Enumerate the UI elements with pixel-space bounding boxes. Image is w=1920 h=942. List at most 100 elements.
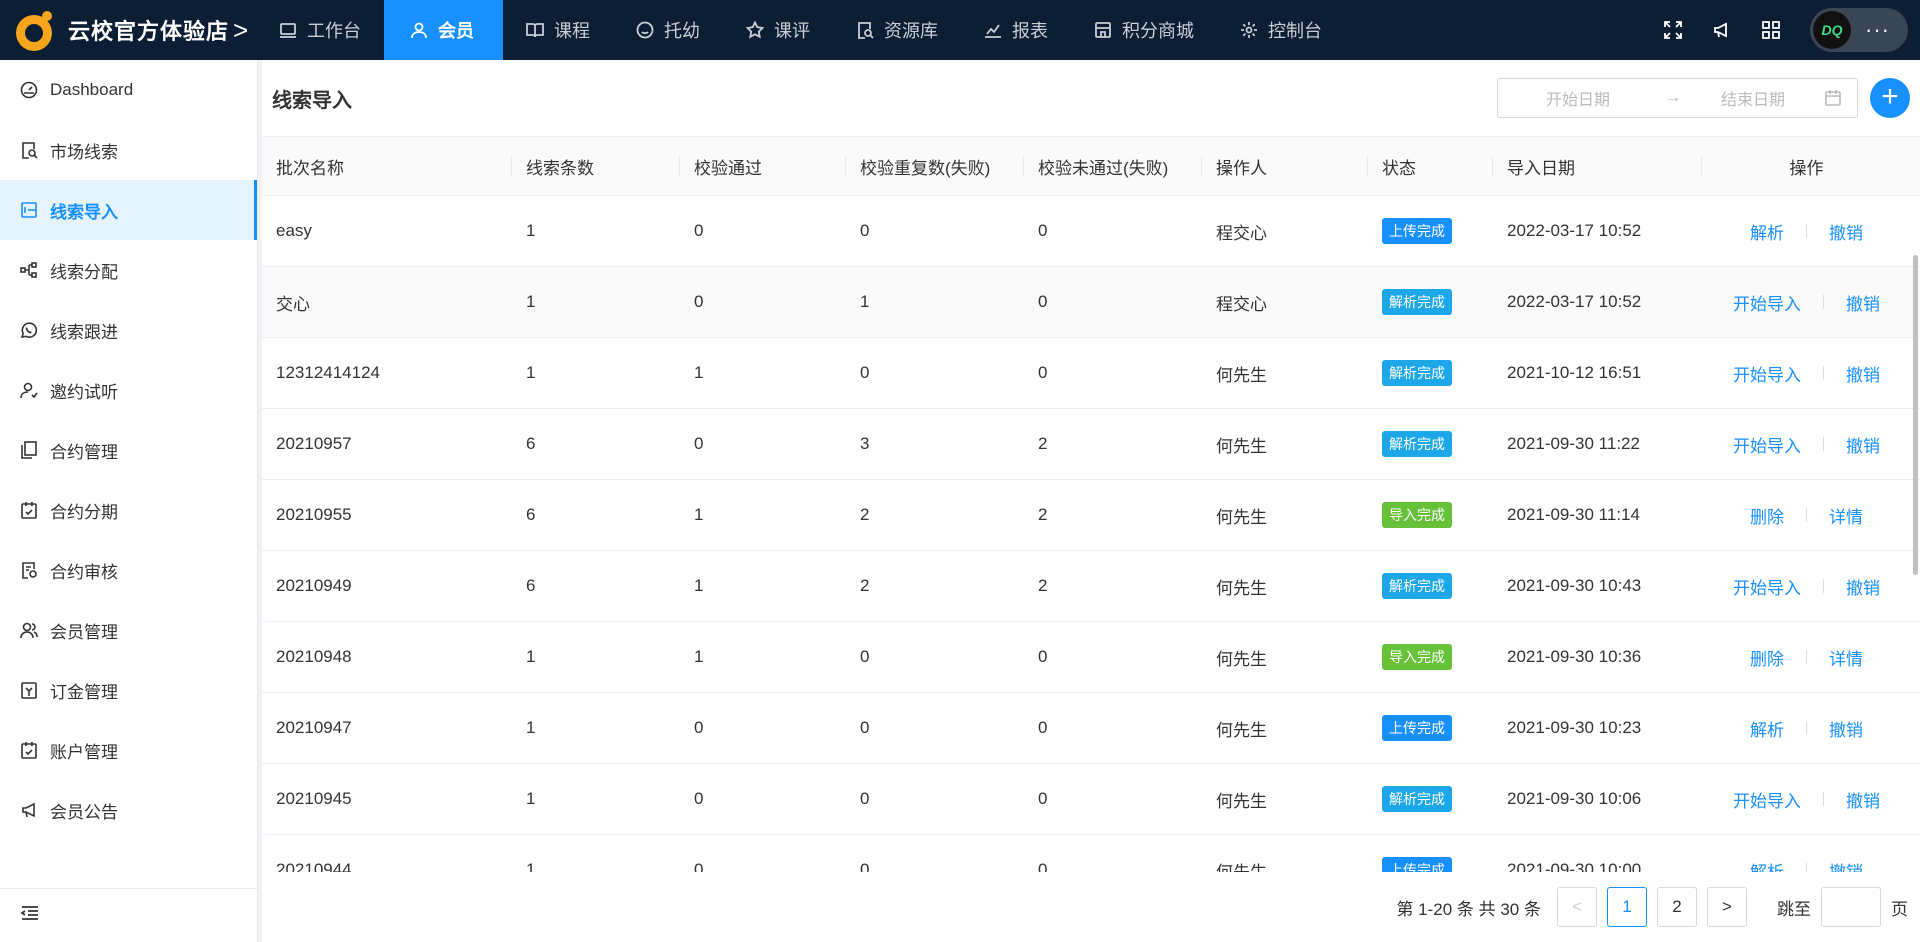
nav-item-reports[interactable]: 报表 [961,0,1071,60]
row-action-primary[interactable]: 开始导入 [1733,432,1801,457]
user-check-icon [20,381,38,399]
sidebar-item[interactable]: 会员管理 [0,600,257,660]
row-action-secondary[interactable]: 详情 [1829,645,1863,670]
sidebar-menu: Dashboard 市场线索线索导入线索分配 线索跟进 邀约试听 合约管理 合约分期 合约审… [0,60,257,840]
row-actions: 开始导入 撤销 [1702,787,1911,812]
sidebar-collapse-button[interactable] [0,888,257,942]
row-action-primary[interactable]: 解析 [1750,716,1784,741]
row-action-primary[interactable]: 开始导入 [1733,290,1801,315]
sidebar-item[interactable]: 市场线索 [0,120,257,180]
user-icon [410,21,428,39]
cell-dup: 2 [860,505,870,524]
row-action-secondary[interactable]: 详情 [1829,503,1863,528]
nav-item-workbench[interactable]: 工作台 [256,0,384,60]
cell-operator: 何先生 [1216,365,1267,385]
row-action-primary[interactable]: 开始导入 [1733,787,1801,812]
action-divider [1806,508,1807,522]
gear-icon [1240,21,1258,39]
date-end-input[interactable]: 结束日期 [1688,86,1818,110]
row-action-primary[interactable]: 解析 [1750,858,1784,873]
cell-dup: 0 [860,718,870,737]
row-action-secondary[interactable]: 撤销 [1829,219,1863,244]
prev-page-button[interactable]: < [1557,887,1597,927]
next-page-button[interactable]: > [1707,887,1747,927]
arrow-right-icon: → [1665,89,1681,106]
date-start-input[interactable]: 开始日期 [1498,86,1658,110]
status-badge: 上传完成 [1382,715,1452,741]
cell-name: 20210944 [276,860,352,872]
table-row: 20210947 1 0 0 0 何先生 上传完成 2021-09-30 10:23 解析 撤销 [262,693,1920,764]
user-menu[interactable]: DQ ··· [1810,8,1908,52]
sidebar-item[interactable]: 合约管理 [0,420,257,480]
row-action-secondary[interactable]: 撤销 [1846,361,1880,386]
cell-fail: 2 [1038,576,1048,595]
row-action-secondary[interactable]: 撤销 [1846,574,1880,599]
nav-item-points[interactable]: 积分商城 [1071,0,1217,60]
cell-operator: 何先生 [1216,507,1267,527]
cell-operator: 何先生 [1216,791,1267,811]
megaphone-icon [20,801,38,819]
row-action-secondary[interactable]: 撤销 [1846,432,1880,457]
megaphone-icon[interactable] [1712,20,1732,40]
cell-dup: 3 [860,434,870,453]
sidebar-item[interactable]: 线索跟进 [0,300,257,360]
nav-item-label: 课程 [554,21,590,41]
cell-fail: 0 [1038,860,1048,872]
brand[interactable]: 云校官方体验店 > [0,0,256,60]
sidebar-item-label: 线索导入 [50,202,118,222]
sidebar-item[interactable]: 订金管理 [0,660,257,720]
page-button[interactable]: 2 [1657,887,1697,927]
nav-item-console[interactable]: 控制台 [1217,0,1345,60]
sidebar-item[interactable]: 线索分配 [0,240,257,300]
table-scrollbar[interactable] [1912,137,1920,872]
row-actions: 开始导入 撤销 [1702,290,1911,315]
column-header: 操作 [1789,158,1824,178]
sidebar-item[interactable]: 会员公告 [0,780,257,840]
row-action-primary[interactable]: 删除 [1750,503,1784,528]
row-action-primary[interactable]: 开始导入 [1733,574,1801,599]
sidebar-item[interactable]: 邀约试听 [0,360,257,420]
row-action-secondary[interactable]: 撤销 [1829,858,1863,873]
avatar: DQ [1813,11,1851,49]
nav-item-review[interactable]: 课评 [723,0,833,60]
import-icon [20,201,38,219]
cell-dup: 2 [860,576,870,595]
cell-dup: 0 [860,860,870,872]
row-action-secondary[interactable]: 撤销 [1829,716,1863,741]
sidebar-item[interactable]: 线索导入 [0,180,257,240]
add-button[interactable]: + [1870,78,1910,118]
row-action-primary[interactable]: 删除 [1750,645,1784,670]
sidebar-item[interactable]: 合约分期 [0,480,257,540]
page-button[interactable]: 1 [1607,887,1647,927]
table-row: 20210949 6 1 2 2 何先生 解析完成 2021-09-30 10:43 开始导入 撤… [262,551,1920,622]
jump-page-input[interactable] [1821,887,1881,927]
scrollbar-thumb[interactable] [1913,255,1918,575]
smile-icon [636,21,654,39]
row-action-secondary[interactable]: 撤销 [1846,787,1880,812]
nav-item-member[interactable]: 会员 [384,0,503,60]
cell-fail: 0 [1038,363,1048,382]
row-action-secondary[interactable]: 撤销 [1846,290,1880,315]
users-icon [20,621,38,639]
nav-item-course[interactable]: 课程 [503,0,613,60]
row-actions: 解析 撤销 [1702,716,1911,741]
nav-item-childcare[interactable]: 托幼 [613,0,723,60]
cell-fail: 2 [1038,434,1048,453]
nav-item-label: 积分商城 [1122,21,1194,41]
row-actions: 开始导入 撤销 [1702,432,1911,457]
sidebar-item-label: Dashboard [50,80,134,99]
nav-item-resources[interactable]: 资源库 [833,0,961,60]
row-action-primary[interactable]: 开始导入 [1733,361,1801,386]
date-range-picker[interactable]: 开始日期 → 结束日期 [1497,78,1858,118]
fullscreen-icon[interactable] [1663,20,1683,40]
status-badge: 解析完成 [1382,573,1452,599]
action-divider [1806,721,1807,735]
cell-pass: 1 [694,505,704,524]
apps-grid-icon[interactable] [1761,20,1781,40]
sidebar-item-label: 会员管理 [50,622,118,642]
sidebar-item[interactable]: Dashboard [0,60,257,120]
sidebar-item[interactable]: 账户管理 [0,720,257,780]
row-action-primary[interactable]: 解析 [1750,219,1784,244]
cell-pass: 0 [694,434,704,453]
sidebar-item[interactable]: 合约审核 [0,540,257,600]
